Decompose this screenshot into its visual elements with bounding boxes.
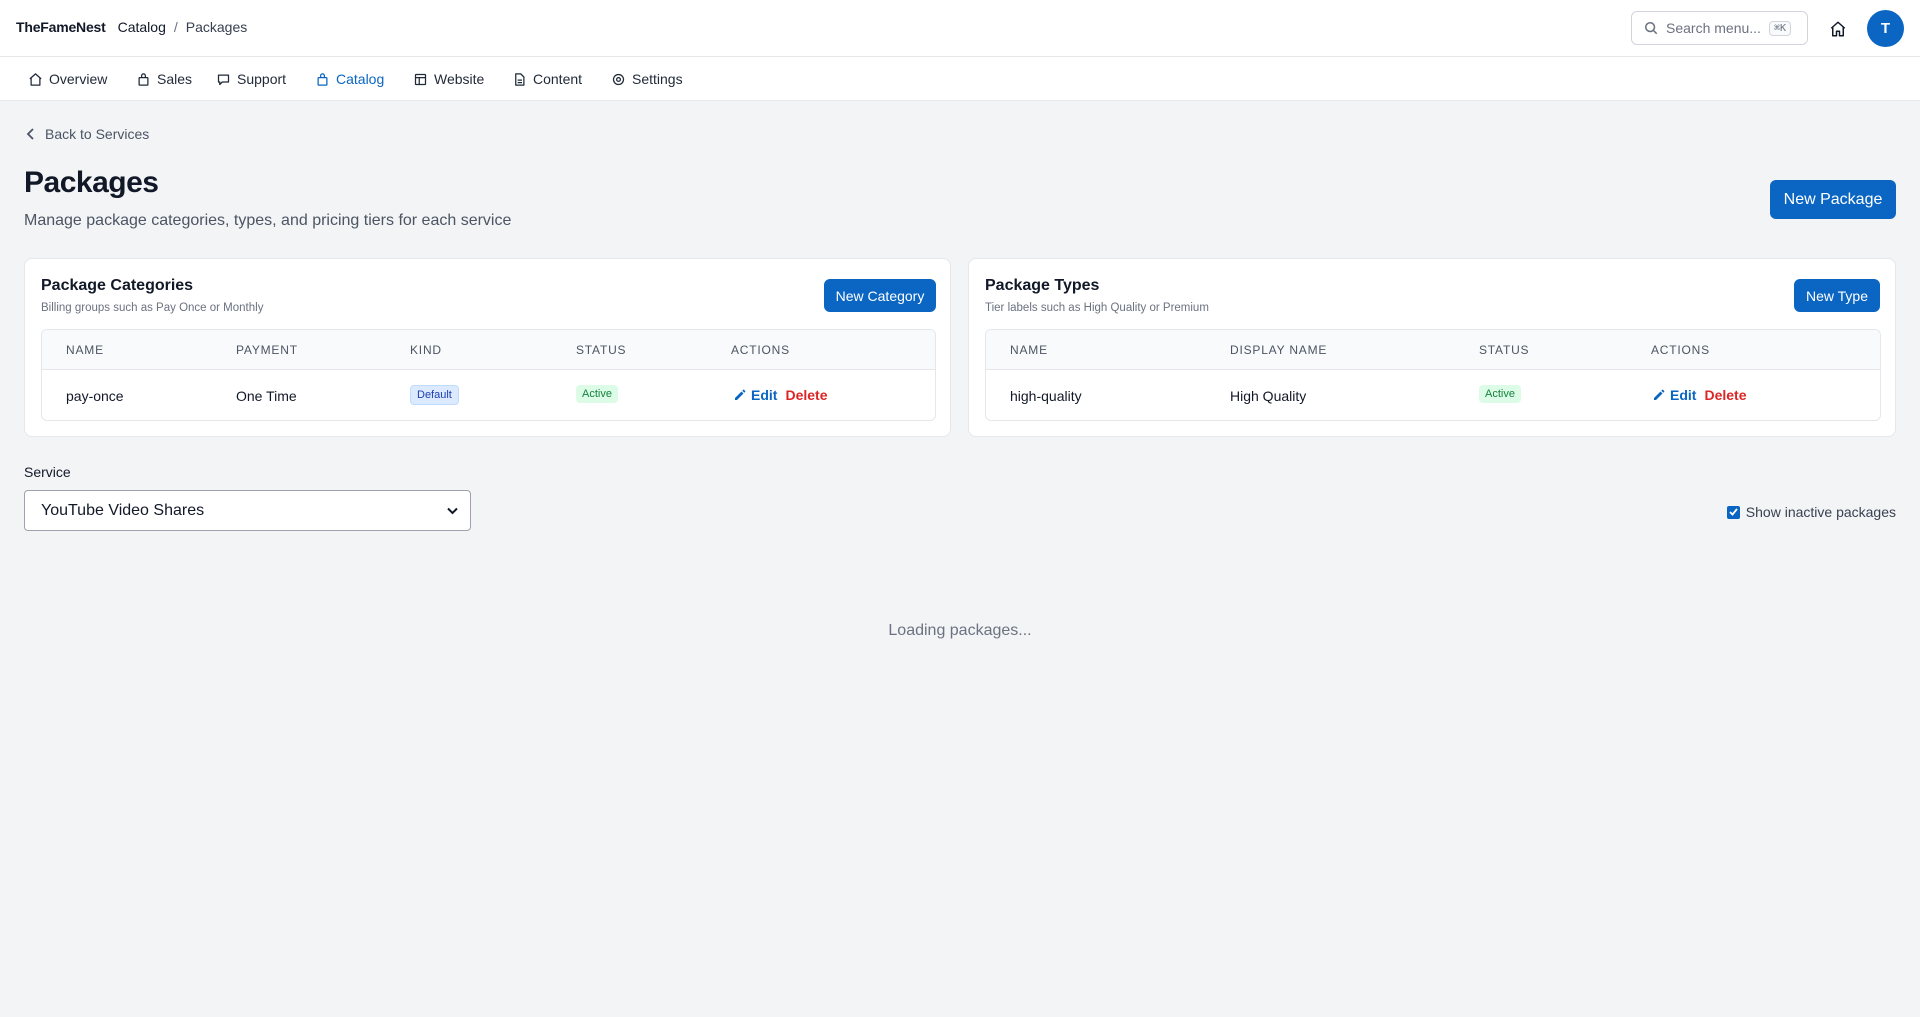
home-icon [29,72,42,86]
column-header: Name [66,343,104,357]
status-badge: Active [576,385,618,403]
top-bar: TheFameNest Catalog / Packages Search me… [0,0,1920,57]
show-inactive-toggle[interactable]: Show inactive packages [1726,504,1896,520]
nav-label: Website [434,71,485,87]
categories-table: Name Payment Kind Status Actions pay-onc… [41,329,936,421]
row-actions: Edit Delete [1653,387,1746,403]
column-header: Actions [731,343,790,357]
delete-button[interactable]: Delete [1704,387,1746,403]
breadcrumb-current: Packages [185,19,248,35]
edit-label: Edit [751,387,778,403]
breadcrumb-catalog-link[interactable]: Catalog [118,19,166,35]
service-select[interactable]: YouTube Video Shares [24,490,471,531]
nav-item-content[interactable]: Content [512,57,582,101]
nav-label: Support [237,71,287,87]
new-category-button[interactable]: New Category [824,279,936,312]
service-label: Service [24,464,71,480]
nav-label: Overview [49,71,108,87]
package-categories-card: Package Categories Billing groups such a… [24,258,951,437]
chevron-left-icon [26,128,34,140]
loading-message: Loading packages... [888,622,1032,639]
back-label: Back to Services [45,126,150,142]
gear-icon [612,73,625,85]
search-icon [1644,21,1658,35]
column-header: Name [1010,343,1048,357]
back-to-services-link[interactable]: Back to Services [26,126,149,142]
home-icon [1830,21,1846,37]
package-types-card: Package Types Tier labels such as High Q… [968,258,1896,437]
cell-display-name: High Quality [1230,388,1307,404]
nav-item-support[interactable]: Support [216,57,286,101]
cell-name: high-quality [1010,388,1082,404]
new-type-button[interactable]: New Type [1794,279,1880,312]
types-table: Name Display Name Status Actions high-qu… [985,329,1881,421]
column-header: Status [576,343,627,357]
pencil-icon [735,389,746,400]
chevron-down-icon [447,507,458,514]
column-header: Status [1479,343,1530,357]
row-actions: Edit Delete [734,387,827,403]
checkmark-icon [1729,508,1738,516]
nav-label: Content [533,71,583,87]
chat-icon [217,74,230,85]
nav-item-settings[interactable]: Settings [611,57,683,101]
card-title: Package Types [985,277,1100,294]
column-header: Actions [1651,343,1710,357]
brand-link[interactable]: TheFameNest [16,19,106,35]
cell-payment: One Time [236,388,297,404]
nav-label: Sales [157,71,193,87]
home-button[interactable] [1826,17,1850,41]
nav-item-overview[interactable]: Overview [28,57,107,101]
search-placeholder: Search menu... [1666,20,1761,36]
column-header: Kind [410,343,442,357]
pencil-icon [1654,389,1665,400]
avatar[interactable]: T [1867,10,1904,47]
table-header: Name Payment Kind Status Actions [42,330,935,370]
service-selected-value: YouTube Video Shares [41,501,205,519]
status-badge: Active [1479,385,1521,403]
card-subtitle: Tier labels such as High Quality or Prem… [985,302,1209,314]
column-header: Display Name [1230,343,1328,357]
kind-badge: Default [410,385,459,405]
edit-button[interactable]: Edit [734,387,777,403]
card-subtitle: Billing groups such as Pay Once or Month… [41,302,264,314]
page-title: Packages [24,166,159,199]
document-icon [515,72,525,86]
edit-button[interactable]: Edit [1653,387,1696,403]
bag-icon [317,72,328,86]
bag-icon [138,72,149,86]
nav-item-website[interactable]: Website [413,57,484,101]
card-title: Package Categories [41,277,194,294]
nav-label: Settings [632,71,683,87]
main-nav: Overview Sales Support Catalog Website C… [0,57,1920,101]
breadcrumb-separator: / [173,19,178,35]
search-shortcut: ⌘K [1768,20,1791,36]
nav-label: Catalog [336,71,385,87]
show-inactive-checkbox[interactable] [1726,505,1740,519]
edit-label: Edit [1670,387,1697,403]
column-header: Payment [236,343,298,357]
cell-name: pay-once [66,388,124,404]
nav-item-catalog[interactable]: Catalog [315,57,384,101]
table-header: Name Display Name Status Actions [986,330,1880,370]
delete-button[interactable]: Delete [785,387,827,403]
breadcrumb: TheFameNest Catalog / Packages [16,19,247,35]
search-input[interactable]: Search menu... ⌘K [1631,11,1808,45]
nav-item-sales[interactable]: Sales [136,57,192,101]
layout-icon [414,73,427,85]
new-package-button[interactable]: New Package [1770,180,1896,219]
page-subtitle: Manage package categories, types, and pr… [24,212,512,229]
show-inactive-label: Show inactive packages [1745,504,1896,520]
